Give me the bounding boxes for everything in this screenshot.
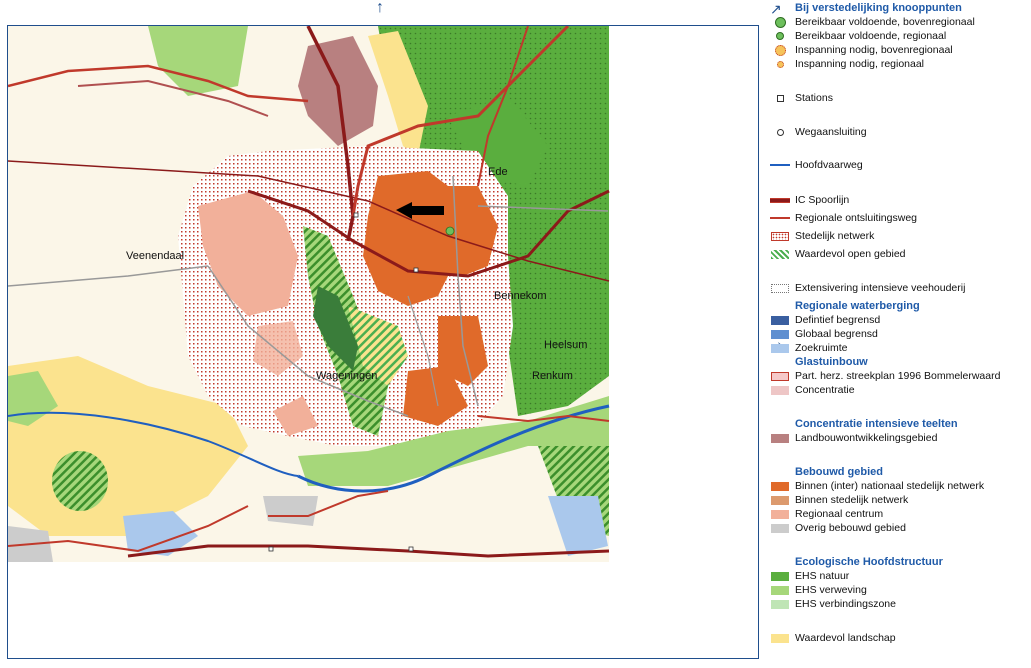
swatch-icon — [771, 481, 789, 491]
swatch-icon — [771, 571, 789, 581]
legend-item-bebouwd-nationaal: Binnen (inter) nationaal stedelijk netwe… — [771, 479, 985, 493]
legend-label: IC Spoorlijn — [795, 194, 850, 206]
legend-label: Waardevol landschap — [795, 632, 896, 644]
legend-item-landbouwontwikkeling: Landbouwontwikkelingsgebied — [771, 431, 938, 445]
legend-label: Zoekruimte — [795, 342, 848, 354]
legend-item-inspanning-regionaal: Inspanning nodig, regionaal — [776, 57, 925, 71]
place-label-bennekom: Bennekom — [494, 290, 547, 302]
legend-item-ehs-verbindingszone: EHS verbindingszone — [771, 597, 896, 611]
legend-label: Landbouwontwikkelingsgebied — [795, 432, 938, 444]
legend-label: Bereikbaar voldoende, bovenregionaal — [795, 16, 975, 28]
legend-label: Binnen (inter) nationaal stedelijk netwe… — [795, 480, 985, 492]
legend-item-stations: Stations — [776, 91, 833, 105]
legend-title-ehs: Ecologische Hoofdstructuur — [795, 556, 943, 568]
legend-label: Extensivering intensieve veehouderij — [795, 282, 966, 294]
legend-label: EHS verweving — [795, 584, 867, 596]
regional-road-line-icon — [770, 217, 790, 219]
railway-line-icon — [770, 197, 790, 203]
swatch-icon — [771, 523, 789, 533]
legend-label: Concentratie — [795, 384, 855, 396]
waterway-line-icon — [770, 164, 790, 166]
legend-label: Stations — [795, 92, 833, 104]
swatch-icon — [771, 371, 789, 381]
legend-label: Globaal begrensd — [795, 328, 878, 340]
dotted-swatch-icon — [771, 231, 789, 241]
legend-item-bebouwd-stedelijk: Binnen stedelijk netwerk — [771, 493, 909, 507]
legend-label: Stedelijk netwerk — [795, 230, 875, 242]
legend-label: Defintief begrensd — [795, 314, 881, 326]
legend-label: Waardevol open gebied — [795, 248, 906, 260]
legend-item-overig-bebouwd: Overig bebouwd gebied — [771, 521, 906, 535]
orange-dot-icon — [774, 44, 786, 56]
swatch-icon — [771, 329, 789, 339]
legend-label: Hoofdvaarweg — [795, 159, 863, 171]
place-label-veenendaal: Veenendaal — [126, 250, 185, 262]
place-label-renkum: Renkum — [532, 370, 573, 382]
legend-item-bereikbaar-bovenregionaal: Bereikbaar voldoende, bovenregionaal — [774, 15, 975, 29]
legend-item-wegaansluiting: Wegaansluiting — [776, 125, 867, 139]
dotted-outline-swatch-icon — [771, 283, 789, 293]
hatched-swatch-icon — [771, 249, 789, 259]
legend-label: Wegaansluiting — [795, 126, 867, 138]
swatch-icon — [771, 315, 789, 325]
place-label-heelsum: Heelsum — [544, 339, 588, 351]
legend-label: Inspanning nodig, regionaal — [795, 58, 925, 70]
legend-item-waardevol-open: Waardevol open gebied — [771, 247, 906, 261]
swatch-icon — [771, 433, 789, 443]
legend-item-water-zoekruimte: Zoekruimte — [771, 341, 848, 355]
legend-label: Binnen stedelijk netwerk — [795, 494, 909, 506]
legend-label: EHS natuur — [795, 570, 850, 582]
pan-north-arrow-icon[interactable]: ↑ — [376, 0, 384, 16]
map-frame[interactable]: Ede Veenendaal Bennekom Heelsum Wagening… — [7, 25, 759, 659]
legend-label: Bereikbaar voldoende, regionaal — [795, 30, 947, 42]
legend-item-glas-bommelerwaard: Part. herz. streekplan 1996 Bommelerwaar… — [771, 369, 1001, 383]
legend-item-inspanning-bovenregionaal: Inspanning nodig, bovenregionaal — [774, 43, 953, 57]
map-canvas[interactable] — [8, 26, 759, 659]
swatch-icon — [771, 585, 789, 595]
legend-item-water-definitief: Defintief begrensd — [771, 313, 881, 327]
legend-label: EHS verbindingszone — [795, 598, 896, 610]
legend-item-water-globaal: Globaal begrensd — [771, 327, 878, 341]
green-dot-icon — [774, 16, 786, 28]
small-orange-dot-icon — [776, 60, 784, 68]
legend-title-waterberging: Regionale waterberging — [795, 300, 920, 312]
legend-item-regionale-weg: Regionale ontsluitingsweg — [770, 211, 917, 225]
legend-item-ic-spoorlijn: IC Spoorlijn — [770, 193, 850, 207]
legend-item-ehs-natuur: EHS natuur — [771, 569, 850, 583]
legend-label: Inspanning nodig, bovenregionaal — [795, 44, 953, 56]
place-label-ede: Ede — [488, 166, 508, 178]
legend-item-waardevol-landschap: Waardevol landschap — [771, 631, 896, 645]
legend-item-hoofdvaarweg: Hoofdvaarweg — [770, 158, 863, 172]
legend-item-stedelijk-netwerk: Stedelijk netwerk — [771, 229, 875, 243]
map-legend: ↗ Bij verstedelijking knooppunten Bereik… — [767, 0, 1031, 668]
legend-item-ehs-verweving: EHS verweving — [771, 583, 867, 597]
swatch-icon — [771, 385, 789, 395]
swatch-icon — [771, 343, 789, 353]
legend-label: Overig bebouwd gebied — [795, 522, 906, 534]
station-square-icon — [776, 94, 784, 102]
swatch-icon — [771, 509, 789, 519]
legend-item-glas-concentratie: Concentratie — [771, 383, 855, 397]
legend-label: Part. herz. streekplan 1996 Bommelerwaar… — [795, 370, 1001, 382]
legend-title-teelten: Concentratie intensieve teelten — [795, 418, 958, 430]
road-junction-icon — [776, 128, 784, 136]
swatch-icon — [771, 633, 789, 643]
place-label-wageningen: Wageningen — [316, 370, 378, 382]
legend-title-knooppunten: Bij verstedelijking knooppunten — [795, 2, 962, 14]
swatch-icon — [771, 599, 789, 609]
small-green-dot-icon — [776, 32, 784, 40]
swatch-icon — [771, 495, 789, 505]
legend-label: Regionaal centrum — [795, 508, 884, 520]
legend-item-bereikbaar-regionaal: Bereikbaar voldoende, regionaal — [776, 29, 947, 43]
legend-label: Regionale ontsluitingsweg — [795, 212, 917, 224]
legend-item-extensivering: Extensivering intensieve veehouderij — [771, 281, 966, 295]
legend-item-regionaal-centrum: Regionaal centrum — [771, 507, 884, 521]
legend-title-glastuinbouw: Glastuinbouw — [795, 356, 868, 368]
legend-title-bebouwd: Bebouwd gebied — [795, 466, 883, 478]
